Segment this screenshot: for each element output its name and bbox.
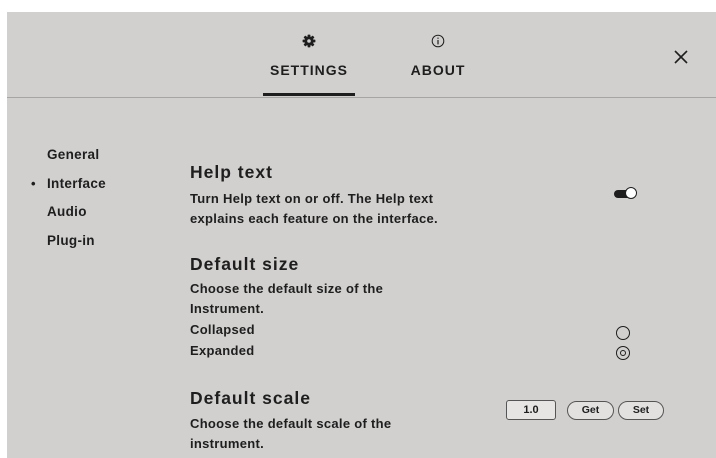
default-size-description: Choose the default size of the Instrumen… (190, 279, 383, 319)
radio-selected-dot (620, 350, 626, 356)
help-text-desc-line-1: Turn Help text on or off. The Help text (190, 191, 434, 206)
close-button[interactable] (670, 46, 692, 68)
get-button[interactable]: Get (567, 401, 614, 420)
sidebar-item-general[interactable]: General (24, 147, 106, 176)
expanded-radio[interactable] (616, 346, 630, 360)
sidebar-item-label: Audio (47, 204, 87, 219)
scale-input[interactable]: 1.0 (506, 400, 556, 420)
help-text-desc-line-2: explains each feature on the interface. (190, 211, 438, 226)
default-scale-desc-line-1: Choose the default scale of the (190, 416, 392, 431)
sidebar-item-label: Interface (47, 175, 106, 191)
default-scale-title: Default scale (190, 388, 311, 408)
tab-about[interactable]: ABOUT (403, 12, 473, 97)
sidebar-item-plug-in[interactable]: Plug-in (24, 233, 106, 262)
tab-settings-label: SETTINGS (269, 62, 348, 78)
help-text-toggle[interactable] (614, 187, 638, 201)
close-icon (674, 50, 688, 64)
sidebar-item-interface[interactable]: • Interface (24, 176, 106, 205)
default-scale-description: Choose the default scale of the instrume… (190, 414, 391, 454)
default-size-desc-line-1: Choose the default size of the (190, 281, 384, 296)
set-button[interactable]: Set (618, 401, 664, 420)
collapsed-radio[interactable] (616, 326, 630, 340)
sidebar-item-label: Plug-in (47, 232, 95, 248)
settings-panel: SETTINGS ABOUT General • Interface Audio… (7, 12, 716, 458)
gear-icon (263, 34, 355, 48)
collapsed-label: Collapsed (190, 322, 255, 337)
tab-about-label: ABOUT (410, 62, 466, 78)
default-scale-desc-line-2: instrument. (190, 436, 265, 451)
header: SETTINGS ABOUT (7, 12, 716, 97)
active-bullet: • (31, 175, 36, 191)
sidebar-item-label: General (47, 147, 100, 162)
active-tab-indicator (263, 93, 355, 96)
sidebar-item-audio[interactable]: Audio (24, 204, 106, 233)
expanded-label: Expanded (190, 343, 255, 358)
help-text-title: Help text (190, 162, 273, 182)
tab-settings[interactable]: SETTINGS (263, 12, 355, 97)
toggle-knob (625, 187, 637, 199)
sidebar: General • Interface Audio Plug-in (24, 147, 106, 261)
header-divider (7, 97, 716, 98)
info-icon (403, 34, 473, 48)
default-size-title: Default size (190, 254, 300, 274)
default-size-desc-line-2: Instrument. (190, 301, 265, 316)
help-text-description: Turn Help text on or off. The Help text … (190, 189, 438, 229)
